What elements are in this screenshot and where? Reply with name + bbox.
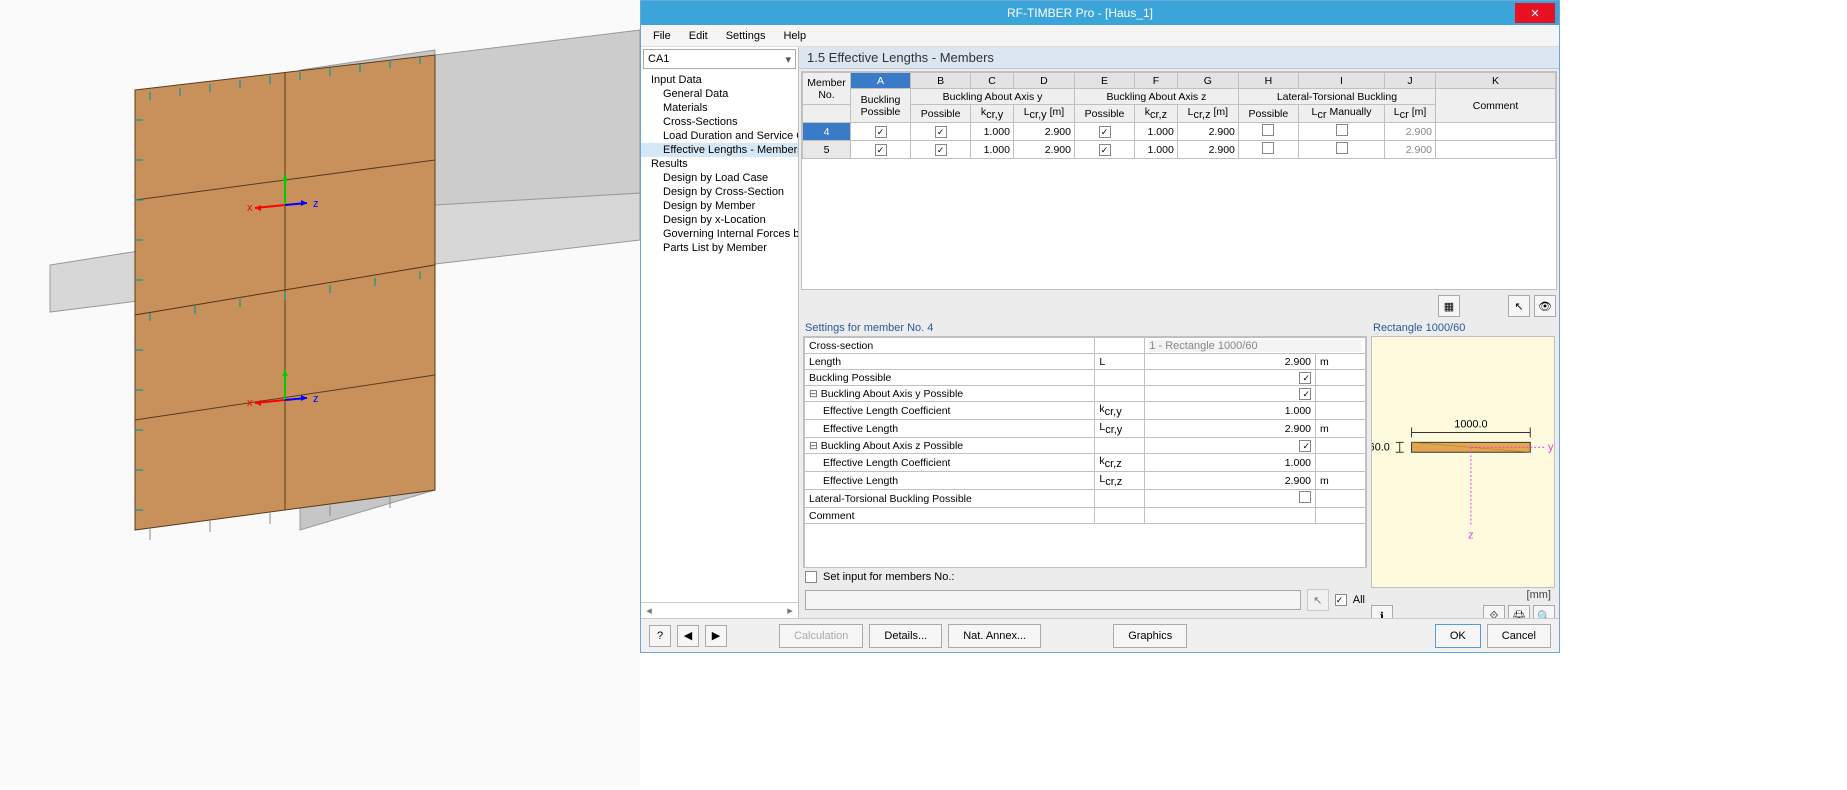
all-label: All <box>1353 594 1365 606</box>
rf-timber-dialog: RF-TIMBER Pro - [Haus_1] ✕ File Edit Set… <box>640 0 1560 653</box>
svg-text:z: z <box>313 393 319 405</box>
set-input-field[interactable] <box>805 590 1301 610</box>
menu-help[interactable]: Help <box>775 28 814 44</box>
checkbox[interactable] <box>935 144 947 156</box>
print-icon[interactable]: 🖨 <box>1508 605 1530 618</box>
checkbox[interactable] <box>875 144 887 156</box>
navigator-tree[interactable]: Input Data General Data Materials Cross-… <box>641 71 798 602</box>
preview-viewport[interactable]: 1000.0 60.0 y z <box>1371 336 1555 588</box>
tree-design-x-location[interactable]: Design by x-Location <box>641 213 798 227</box>
titlebar[interactable]: RF-TIMBER Pro - [Haus_1] ✕ <box>641 1 1559 25</box>
svg-text:y: y <box>1548 441 1554 453</box>
checkbox[interactable] <box>1099 144 1111 156</box>
tree-effective-lengths[interactable]: Effective Lengths - Members <box>641 143 798 157</box>
tree-parts-list[interactable]: Parts List by Member <box>641 241 798 255</box>
checkbox[interactable] <box>935 126 947 138</box>
all-checkbox[interactable] <box>1335 594 1347 606</box>
ok-button[interactable]: OK <box>1435 624 1481 648</box>
view-mode-icon[interactable]: 👁 <box>1534 295 1556 317</box>
cross-section-preview: Rectangle 1000/60 1000.0 60.0 <box>1371 320 1555 614</box>
checkbox[interactable] <box>1262 142 1274 154</box>
table-row[interactable]: 4 1.000 2.900 1.000 2.900 2.900 <box>803 123 1556 141</box>
svg-text:z: z <box>313 198 319 210</box>
checkbox[interactable] <box>1336 142 1348 154</box>
set-input-label: Set input for members No.: <box>823 571 954 583</box>
checkbox[interactable] <box>1262 124 1274 136</box>
dialog-footer: ? ◀ ▶ Calculation Details... Nat. Annex.… <box>641 618 1559 652</box>
property-grid[interactable]: Cross-section LengthL2.900m Buckling Pos… <box>803 336 1367 568</box>
tree-design-member[interactable]: Design by Member <box>641 199 798 213</box>
close-icon[interactable]: ✕ <box>1515 3 1555 23</box>
case-combo[interactable]: CA1 <box>643 49 796 69</box>
cross-section-field <box>1149 340 1361 352</box>
settings-title: Settings for member No. 4 <box>803 320 1367 336</box>
menu-settings[interactable]: Settings <box>718 28 774 44</box>
details-button[interactable]: Details... <box>869 624 942 648</box>
preview-unit: [mm] <box>1371 588 1555 602</box>
excel-icon[interactable]: ▦ <box>1438 295 1460 317</box>
cancel-button[interactable]: Cancel <box>1487 624 1551 648</box>
tree-results[interactable]: Results <box>641 157 798 171</box>
checkbox[interactable] <box>875 126 887 138</box>
navigator-panel: CA1 Input Data General Data Materials Cr… <box>641 47 799 618</box>
tree-materials[interactable]: Materials <box>641 101 798 115</box>
zoom-extents-icon[interactable]: 🔍 <box>1533 605 1555 618</box>
checkbox[interactable] <box>1299 491 1311 503</box>
checkbox[interactable] <box>1299 372 1311 384</box>
tree-governing-forces[interactable]: Governing Internal Forces by M <box>641 227 798 241</box>
next-table-icon[interactable]: ▶ <box>705 625 727 647</box>
calculation-button[interactable]: Calculation <box>779 624 863 648</box>
tree-general-data[interactable]: General Data <box>641 87 798 101</box>
menubar: File Edit Settings Help <box>641 25 1559 47</box>
tree-design-load-case[interactable]: Design by Load Case <box>641 171 798 185</box>
menu-edit[interactable]: Edit <box>681 28 716 44</box>
checkbox[interactable] <box>1099 126 1111 138</box>
pick-icon[interactable]: ↖ <box>1307 589 1329 611</box>
settings-panel: Settings for member No. 4 Cross-section … <box>803 320 1367 614</box>
tree-input-data[interactable]: Input Data <box>641 73 798 87</box>
prev-table-icon[interactable]: ◀ <box>677 625 699 647</box>
checkbox[interactable] <box>1336 124 1348 136</box>
tree-cross-sections[interactable]: Cross-Sections <box>641 115 798 129</box>
checkbox[interactable] <box>1299 388 1311 400</box>
render-icon[interactable]: ⟐ <box>1483 605 1505 618</box>
set-input-checkbox[interactable] <box>805 571 817 583</box>
graphics-button[interactable]: Graphics <box>1113 624 1187 648</box>
tree-load-duration[interactable]: Load Duration and Service Clas <box>641 129 798 143</box>
checkbox[interactable] <box>1299 440 1311 452</box>
preview-title: Rectangle 1000/60 <box>1371 320 1555 336</box>
tree-hscroll[interactable]: ◂▸ <box>641 602 798 618</box>
section-title: 1.5 Effective Lengths - Members <box>799 47 1559 69</box>
members-table[interactable]: MemberNo. A BCD EFG HIJ K BucklingPossib… <box>801 71 1557 290</box>
svg-text:60.0: 60.0 <box>1372 441 1390 453</box>
help-icon[interactable]: ? <box>649 625 671 647</box>
svg-text:x: x <box>247 202 253 214</box>
pick-member-icon[interactable]: ↖ <box>1508 295 1530 317</box>
svg-text:x: x <box>247 397 253 409</box>
svg-text:1000.0: 1000.0 <box>1454 419 1487 431</box>
table-row[interactable]: 5 1.000 2.900 1.000 2.900 2.900 <box>803 141 1556 159</box>
menu-file[interactable]: File <box>645 28 679 44</box>
tree-design-cross-section[interactable]: Design by Cross-Section <box>641 185 798 199</box>
model-viewport-3d[interactable]: x z x z <box>0 0 640 787</box>
window-title: RF-TIMBER Pro - [Haus_1] <box>645 6 1515 20</box>
nat-annex-button[interactable]: Nat. Annex... <box>948 624 1041 648</box>
info-icon[interactable]: ℹ <box>1371 605 1393 618</box>
svg-text:z: z <box>1468 529 1473 541</box>
